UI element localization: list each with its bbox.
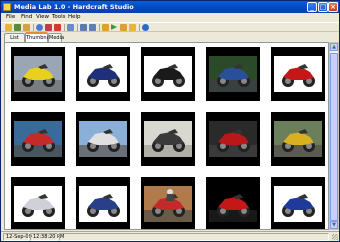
motorcycle-photo [144, 186, 192, 222]
thumbnail-item[interactable] [271, 47, 325, 101]
motorcycle-photo [274, 56, 322, 92]
thumbnail-item[interactable] [11, 112, 65, 166]
status-time: 12:38:20 PM [30, 233, 64, 241]
motorcycle-photo [274, 186, 322, 222]
open-folder-icon[interactable] [5, 24, 12, 31]
status-date: 12-Sep-09 [3, 233, 32, 241]
toolbar-separator [77, 24, 78, 31]
scroll-down-button[interactable]: ▼ [330, 221, 338, 229]
calendar-icon[interactable] [80, 24, 87, 31]
grid-icon[interactable] [89, 24, 96, 31]
toolbar [1, 22, 339, 32]
title-bar[interactable]: Media Lab 1.0 - Hardcraft Studio _ □ × [1, 1, 339, 13]
thumbnail-grid [4, 42, 329, 230]
menu-tools[interactable]: Tools [52, 14, 66, 20]
thumbnail-item[interactable] [76, 112, 130, 166]
play-icon[interactable] [111, 24, 117, 30]
toolbar-separator [64, 24, 65, 31]
thumbnail-item[interactable] [206, 112, 260, 166]
thumbnail-item[interactable] [11, 177, 65, 229]
globe-icon[interactable] [36, 24, 43, 31]
scroll-up-button[interactable]: ▲ [330, 43, 338, 51]
motorcycle-photo [14, 56, 62, 92]
save-icon[interactable] [14, 24, 21, 31]
thumbnail-item[interactable] [141, 177, 195, 229]
delete-icon[interactable] [54, 24, 61, 31]
menu-view[interactable]: View [36, 14, 49, 20]
motorcycle-photo [14, 186, 62, 222]
tab-list-view[interactable]: List View [4, 33, 25, 49]
toolbar-separator [99, 24, 100, 31]
user-icon[interactable] [23, 24, 30, 31]
vertical-scrollbar[interactable]: ▲ ▼ [329, 42, 339, 230]
motorcycle-photo [209, 121, 257, 157]
thumbnail-item[interactable] [271, 112, 325, 166]
window-title: Media Lab 1.0 - Hardcraft Studio [14, 3, 134, 11]
menu-file[interactable]: File [6, 14, 15, 20]
back-icon[interactable] [102, 24, 109, 31]
menu-help[interactable]: Help [68, 14, 81, 20]
close-button[interactable]: × [328, 2, 338, 12]
motorcycle-photo [274, 121, 322, 157]
resize-grip[interactable] [332, 234, 338, 240]
status-message [59, 233, 329, 241]
list-icon[interactable] [67, 24, 74, 31]
thumbnail-item[interactable] [11, 47, 65, 101]
info-icon[interactable] [142, 24, 149, 31]
folder-icon[interactable] [129, 24, 136, 31]
thumbnail-item[interactable] [76, 47, 130, 101]
thumbnail-item[interactable] [271, 177, 325, 229]
motorcycle-photo [79, 56, 127, 92]
motorcycle-photo [144, 121, 192, 157]
thumbnail-item[interactable] [141, 112, 195, 166]
toolbar-separator [33, 24, 34, 31]
minimize-button[interactable]: _ [307, 2, 317, 12]
heart-icon[interactable] [45, 24, 52, 31]
tab-media[interactable]: Media [48, 33, 64, 42]
thumbnail-item[interactable] [76, 177, 130, 229]
motorcycle-photo [209, 186, 257, 222]
tab-thumbnail[interactable]: Thumbnail [25, 32, 52, 42]
motorcycle-photo [144, 56, 192, 92]
toolbar-separator [139, 24, 140, 31]
menu-bar: File Find View Tools Help [1, 13, 339, 22]
thumbnail-item[interactable] [206, 177, 260, 229]
thumbnail-item[interactable] [141, 47, 195, 101]
scroll-thumb[interactable] [330, 53, 338, 221]
status-bar: 12-Sep-09 12:38:20 PM [1, 231, 339, 241]
motorcycle-photo [79, 121, 127, 157]
app-window: Media Lab 1.0 - Hardcraft Studio _ □ × F… [0, 0, 340, 242]
forward-icon[interactable] [120, 24, 127, 31]
view-tabs: List View Thumbnail Media [1, 32, 339, 49]
app-icon[interactable] [3, 3, 11, 11]
menu-find[interactable]: Find [21, 14, 32, 20]
maximize-button[interactable]: □ [318, 2, 328, 12]
motorcycle-photo [14, 121, 62, 157]
motorcycle-photo [79, 186, 127, 222]
motorcycle-photo [209, 56, 257, 92]
thumbnail-item[interactable] [206, 47, 260, 101]
